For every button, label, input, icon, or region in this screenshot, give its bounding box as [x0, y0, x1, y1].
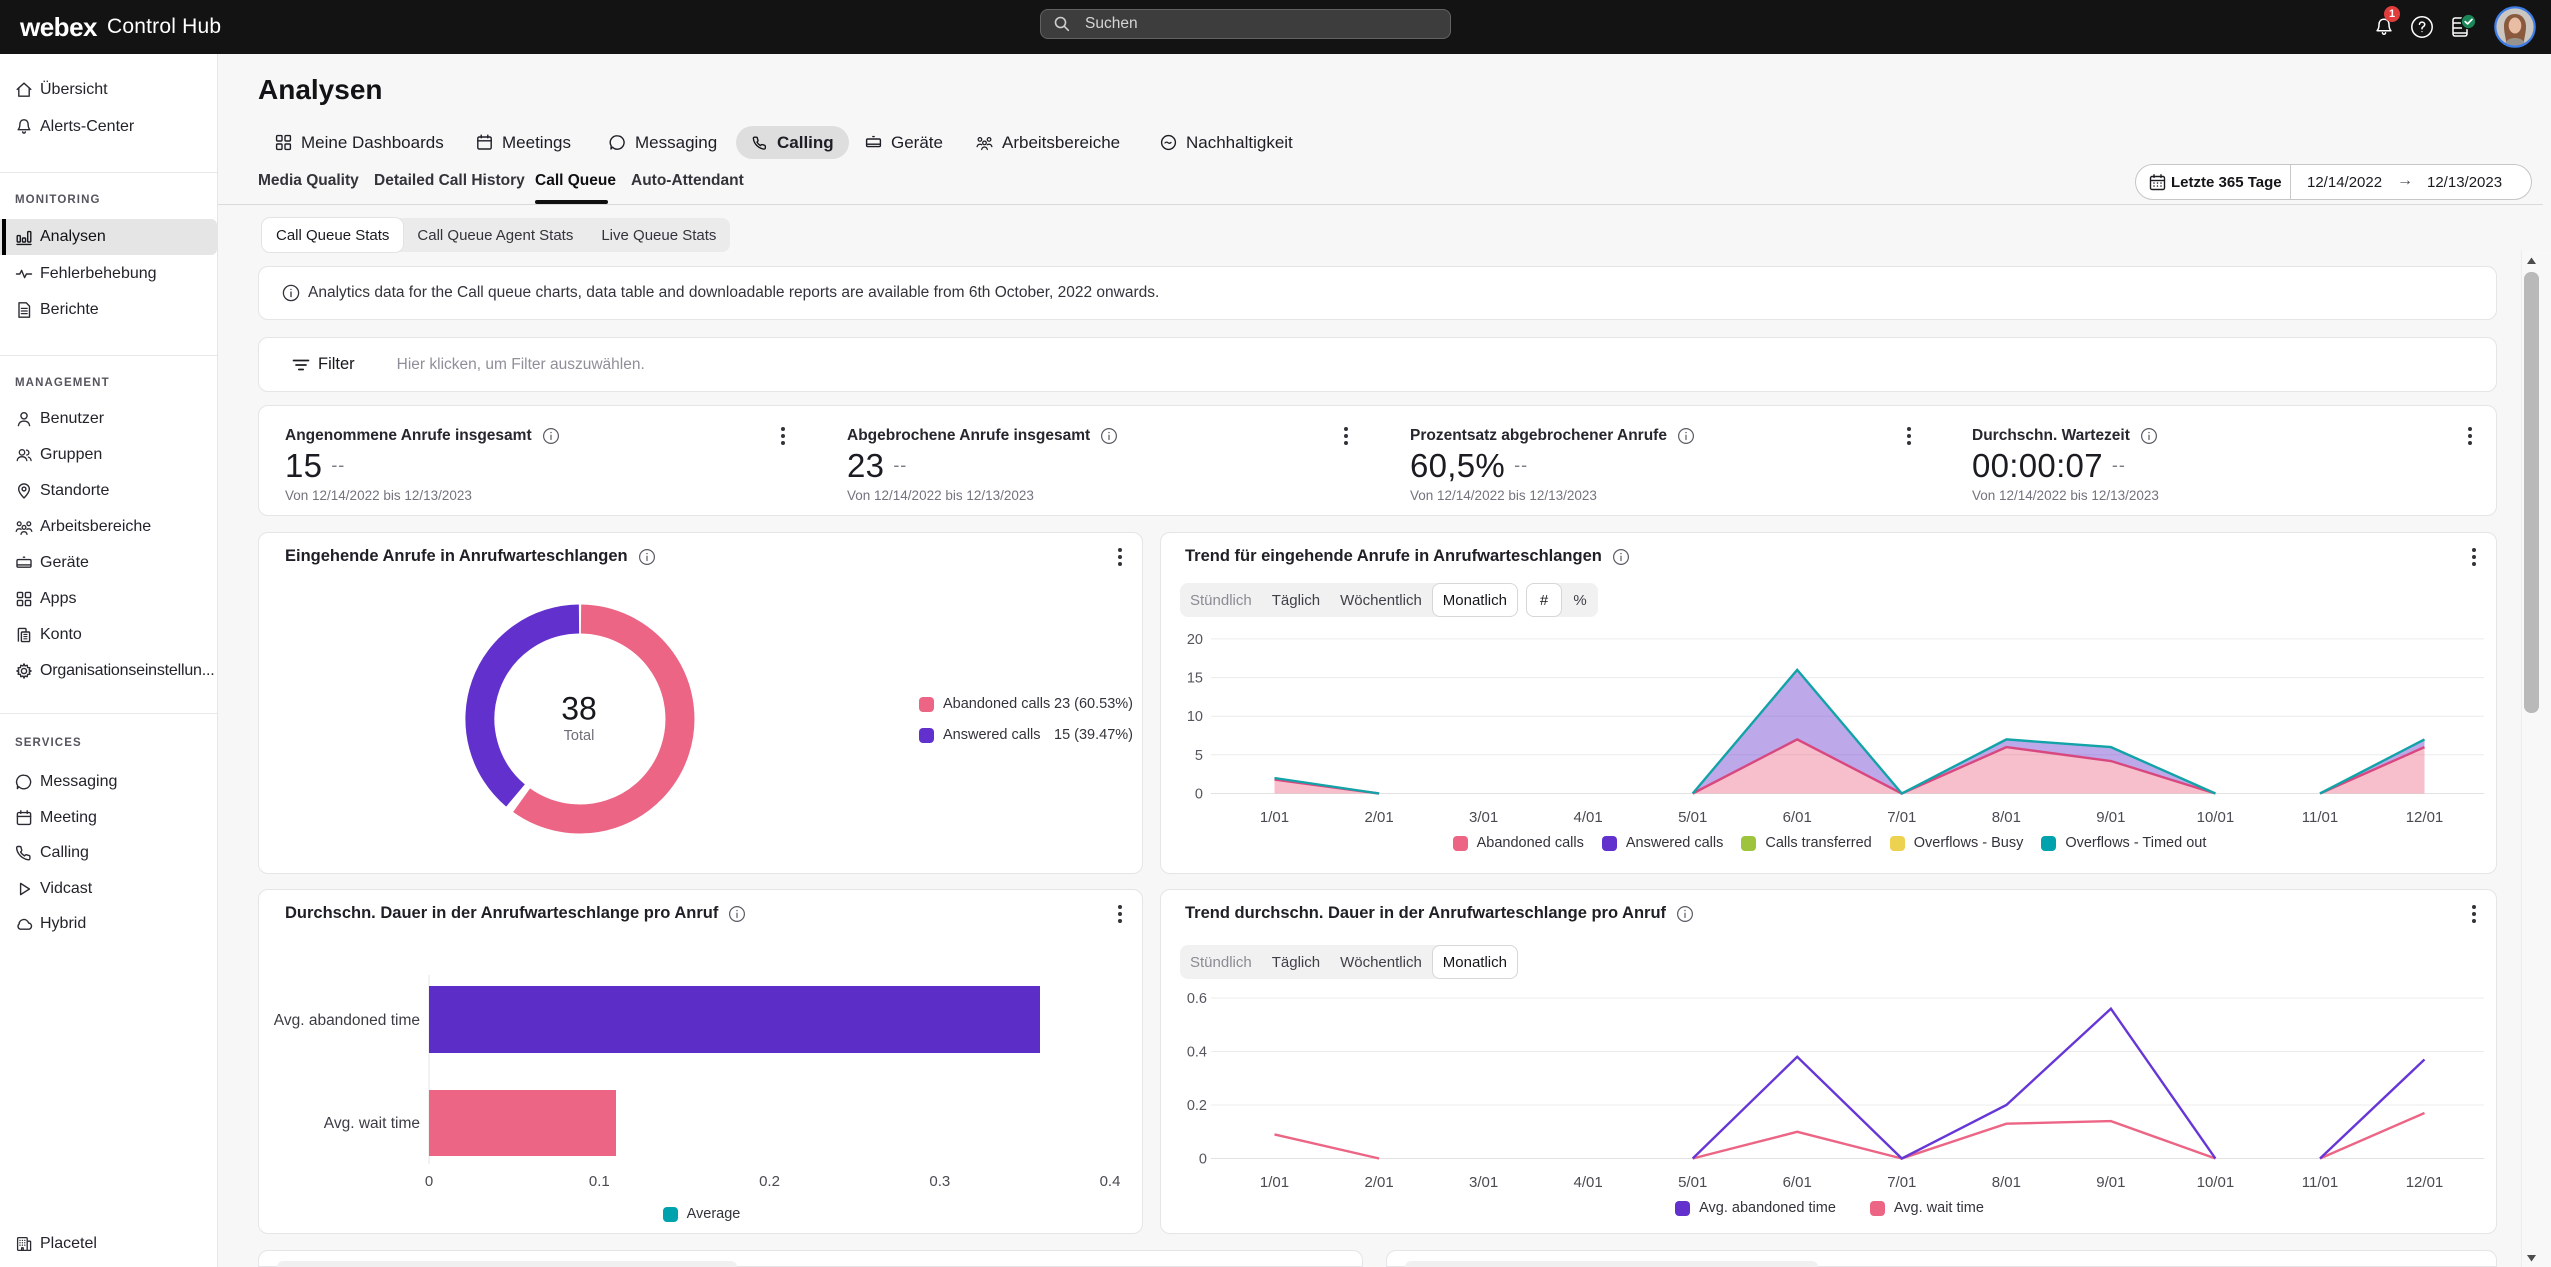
svg-text:4/01: 4/01 [1573, 1174, 1602, 1191]
svg-text:12/01: 12/01 [2406, 809, 2444, 826]
svg-text:Total: Total [564, 728, 595, 744]
svg-text:Avg. abandoned time: Avg. abandoned time [274, 1012, 420, 1029]
svg-text:9/01: 9/01 [2096, 809, 2125, 826]
svg-text:2/01: 2/01 [1364, 809, 1393, 826]
svg-text:0.2: 0.2 [759, 1173, 780, 1190]
svg-text:0.4: 0.4 [1100, 1173, 1121, 1190]
svg-text:0.1: 0.1 [589, 1173, 610, 1190]
svg-text:38: 38 [561, 691, 597, 727]
svg-text:10: 10 [1187, 709, 1203, 725]
svg-text:3/01: 3/01 [1469, 1174, 1498, 1191]
svg-text:5: 5 [1195, 748, 1203, 764]
svg-text:8/01: 8/01 [1992, 1174, 2021, 1191]
svg-text:4/01: 4/01 [1573, 809, 1602, 826]
svg-text:Avg. wait time: Avg. wait time [324, 1115, 420, 1132]
svg-text:0: 0 [425, 1173, 433, 1190]
svg-text:6/01: 6/01 [1783, 809, 1812, 826]
svg-text:1/01: 1/01 [1260, 809, 1289, 826]
svg-text:2/01: 2/01 [1364, 1174, 1393, 1191]
svg-text:7/01: 7/01 [1887, 809, 1916, 826]
svg-text:0.2: 0.2 [1187, 1098, 1207, 1114]
svg-text:5/01: 5/01 [1678, 1174, 1707, 1191]
svg-text:0.3: 0.3 [929, 1173, 950, 1190]
svg-text:11/01: 11/01 [2302, 1174, 2338, 1191]
svg-text:0.6: 0.6 [1187, 991, 1207, 1007]
svg-text:12/01: 12/01 [2406, 1174, 2444, 1191]
svg-text:8/01: 8/01 [1992, 809, 2021, 826]
svg-text:3/01: 3/01 [1469, 809, 1498, 826]
svg-text:0: 0 [1195, 787, 1203, 803]
svg-text:10/01: 10/01 [2197, 809, 2235, 826]
svg-text:7/01: 7/01 [1887, 1174, 1916, 1191]
svg-text:5/01: 5/01 [1678, 809, 1707, 826]
svg-text:0.4: 0.4 [1187, 1045, 1207, 1061]
svg-text:11/01: 11/01 [2302, 809, 2338, 826]
svg-text:15: 15 [1187, 671, 1203, 687]
svg-text:1/01: 1/01 [1260, 1174, 1289, 1191]
svg-text:9/01: 9/01 [2096, 1174, 2125, 1191]
svg-text:10/01: 10/01 [2197, 1174, 2235, 1191]
svg-text:20: 20 [1187, 632, 1203, 648]
svg-text:6/01: 6/01 [1783, 1174, 1812, 1191]
svg-text:0: 0 [1199, 1152, 1207, 1168]
